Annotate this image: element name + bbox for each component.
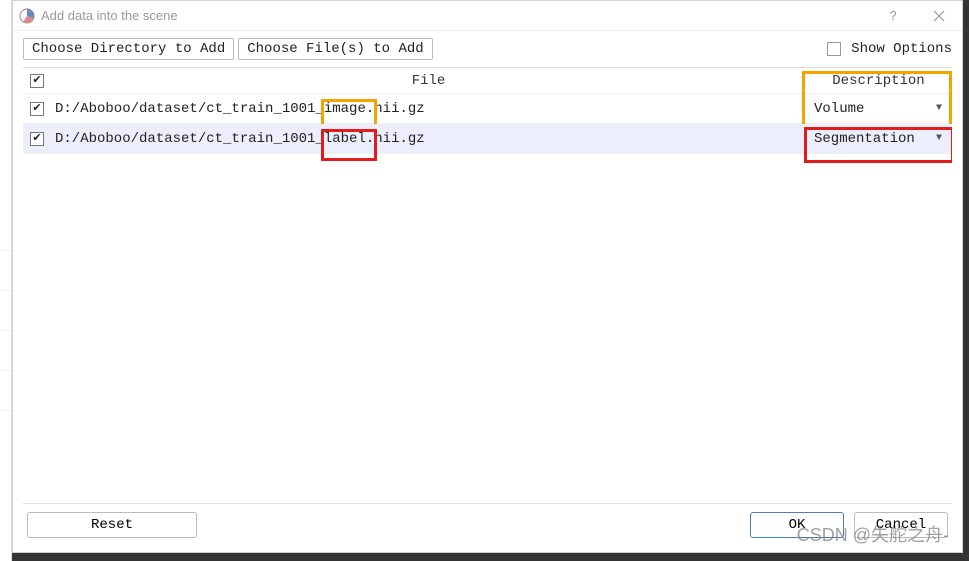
- cancel-button[interactable]: Cancel: [854, 512, 948, 538]
- select-all-checkbox[interactable]: ✔: [30, 74, 44, 88]
- app-icon: [19, 8, 35, 24]
- description-dropdown[interactable]: Volume ▼: [802, 101, 952, 117]
- choose-directory-button[interactable]: Choose Directory to Add: [23, 38, 234, 60]
- row-checkbox[interactable]: ✔: [30, 102, 44, 116]
- choose-files-button[interactable]: Choose File(s) to Add: [238, 38, 432, 60]
- table-header: ✔ File Description: [23, 68, 952, 94]
- show-options-label: Show Options: [851, 41, 952, 57]
- chevron-down-icon: ▼: [936, 103, 942, 114]
- chevron-down-icon: ▼: [936, 133, 942, 144]
- header-file[interactable]: File: [51, 73, 802, 89]
- background-app-strip: [0, 0, 12, 561]
- header-description[interactable]: Description: [802, 73, 952, 89]
- file-path-cell: D:/Aboboo/dataset/ct_train_1001_label.ni…: [51, 131, 802, 147]
- table-row[interactable]: ✔ D:/Aboboo/dataset/ct_train_1001_label.…: [23, 124, 952, 154]
- close-button[interactable]: [916, 1, 962, 31]
- row-checkbox[interactable]: ✔: [30, 132, 44, 146]
- show-options-checkbox[interactable]: [827, 42, 841, 56]
- header-checkbox-cell[interactable]: ✔: [23, 74, 51, 88]
- window-title: Add data into the scene: [41, 8, 178, 23]
- reset-button[interactable]: Reset: [27, 512, 197, 538]
- table-row[interactable]: ✔ D:/Aboboo/dataset/ct_train_1001_image.…: [23, 94, 952, 124]
- file-table: ✔ File Description ✔ D:/Aboboo/dataset/c…: [23, 67, 952, 504]
- dialog-footer: Reset OK Cancel: [13, 504, 962, 552]
- add-data-dialog: Add data into the scene ? Choose Directo…: [12, 0, 963, 553]
- description-dropdown[interactable]: Segmentation ▼: [802, 131, 952, 147]
- help-button[interactable]: ?: [870, 1, 916, 31]
- ok-button[interactable]: OK: [750, 512, 844, 538]
- titlebar: Add data into the scene ?: [13, 1, 962, 31]
- file-path-cell: D:/Aboboo/dataset/ct_train_1001_image.ni…: [51, 101, 802, 117]
- toolbar: Choose Directory to Add Choose File(s) t…: [13, 31, 962, 67]
